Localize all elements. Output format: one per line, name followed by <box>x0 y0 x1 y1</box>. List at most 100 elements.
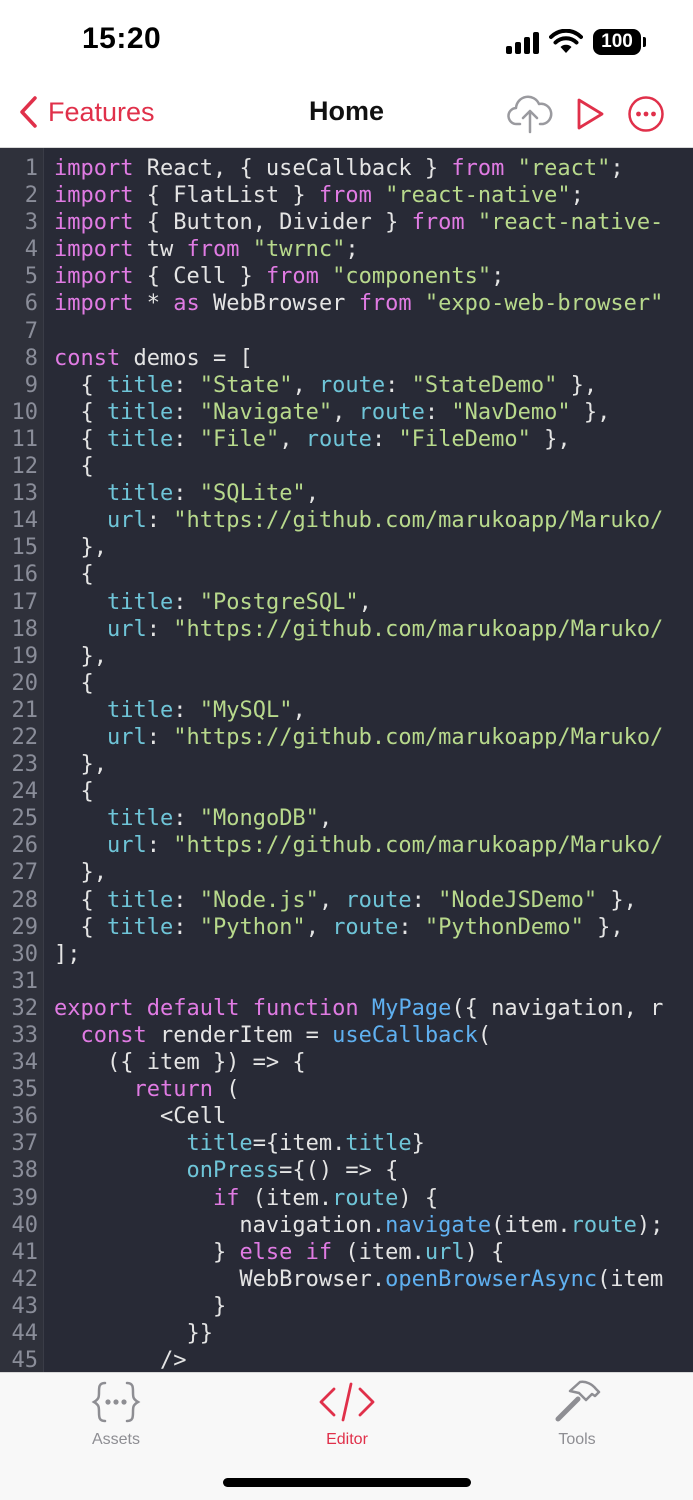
code-token: "react-native- <box>477 210 664 236</box>
code-token: { <box>54 399 107 425</box>
code-token: { FlatList } <box>133 183 319 209</box>
code-text: { title: "File", route: "FileDemo" }, <box>54 426 570 453</box>
code-token: import <box>54 291 134 317</box>
code-token: "MySQL" <box>199 697 293 723</box>
code-text: { <box>54 670 93 697</box>
code-token: title <box>106 806 174 832</box>
status-icons: 100 <box>506 26 646 58</box>
code-token: } <box>54 1293 227 1319</box>
code-line: 9 { title: "State", route: "StateDemo" }… <box>0 372 693 399</box>
code-token: }, <box>54 643 107 669</box>
code-token: : <box>173 589 200 615</box>
line-number: 18 <box>11 616 39 642</box>
code-token: title <box>106 372 174 398</box>
line-number: 15 <box>11 535 39 561</box>
nav-actions <box>507 92 665 136</box>
code-line: 21 title: "MySQL", <box>0 697 693 724</box>
code-token: ={item. <box>252 1131 346 1157</box>
code-token: }, <box>54 752 107 778</box>
code-token: , <box>279 426 306 452</box>
code-token: title <box>106 399 174 425</box>
line-number: 34 <box>11 1050 39 1076</box>
code-text: { title: "Python", route: "PythonDemo" }… <box>54 914 623 941</box>
code-token: "StateDemo" <box>411 372 558 398</box>
home-indicator <box>223 1478 471 1487</box>
line-number: 16 <box>11 562 39 588</box>
status-time: 15:20 <box>82 22 162 55</box>
code-token: "twrnc" <box>252 237 346 263</box>
line-number: 2 <box>24 183 38 209</box>
status-bar: 15:20 100 <box>0 0 693 80</box>
line-number: 42 <box>11 1266 39 1292</box>
code-token: "Node.js" <box>199 887 319 913</box>
code-token: "https://github.com/marukoapp/Maruko/ <box>173 508 664 534</box>
more-options-icon[interactable] <box>627 95 665 133</box>
code-token: "https://github.com/marukoapp/Maruko/ <box>173 616 664 642</box>
code-text: title: "MySQL", <box>54 697 306 724</box>
code-token: import <box>54 264 134 290</box>
line-number: 43 <box>11 1293 39 1319</box>
tab-editor[interactable]: Editor <box>267 1379 427 1459</box>
code-token: , <box>332 399 359 425</box>
code-text: import { Cell } from "components"; <box>54 263 504 290</box>
tab-assets[interactable]: Assets <box>36 1379 196 1459</box>
code-token: from <box>318 183 372 209</box>
code-line: 36 <Cell <box>0 1103 693 1130</box>
code-token: "https://github.com/marukoapp/Maruko/ <box>173 724 664 750</box>
code-token: { <box>54 887 107 913</box>
code-text: url: "https://github.com/marukoapp/Maruk… <box>54 616 663 643</box>
code-line: 45 /> <box>0 1347 693 1372</box>
code-line: 15 }, <box>0 534 693 561</box>
code-token: WebBrowser. <box>54 1266 386 1292</box>
code-token: ) { <box>464 1239 505 1265</box>
battery-icon: 100 <box>593 29 646 55</box>
code-token: }, <box>570 399 611 425</box>
code-line: 28 { title: "Node.js", route: "NodeJSDem… <box>0 887 693 914</box>
code-token: const <box>80 1023 147 1048</box>
code-line: 13 title: "SQLite", <box>0 480 693 507</box>
code-line: 24 { <box>0 778 693 805</box>
line-number: 38 <box>11 1158 39 1184</box>
code-token: }} <box>54 1321 213 1347</box>
code-token: "File" <box>199 426 280 452</box>
line-number: 30 <box>11 941 39 967</box>
code-token: title <box>106 914 174 940</box>
code-line: 5 import { Cell } from "components"; <box>0 263 693 290</box>
code-token: demos = [ <box>120 345 253 371</box>
code-token: as <box>173 291 200 317</box>
code-text: { title: "Node.js", route: "NodeJSDemo" … <box>54 887 637 914</box>
tab-tools[interactable]: Tools <box>497 1379 657 1459</box>
code-token: }, <box>597 887 637 913</box>
code-text: }, <box>54 534 107 561</box>
code-text: return ( <box>54 1076 239 1103</box>
code-text: url: "https://github.com/marukoapp/Maruk… <box>54 724 663 751</box>
code-token: if <box>305 1239 333 1265</box>
code-token: "State" <box>199 372 293 398</box>
code-text: url: "https://github.com/marukoapp/Maruk… <box>54 832 663 859</box>
line-number: 1 <box>24 156 38 181</box>
code-text: title: "PostgreSQL", <box>54 589 372 616</box>
code-token: from <box>358 291 412 317</box>
code-editor[interactable]: 1 import React, { useCallback } from "rea… <box>0 148 693 1372</box>
code-text: }} <box>54 1320 213 1347</box>
code-token: : <box>173 914 200 940</box>
code-line: 30]; <box>0 941 693 968</box>
play-icon[interactable] <box>573 96 607 132</box>
code-line: 12 { <box>0 453 693 480</box>
code-token: * <box>133 291 174 317</box>
code-token: "react-native" <box>385 183 571 209</box>
code-token: ) { <box>398 1185 439 1211</box>
code-token: <Cell <box>54 1104 227 1130</box>
code-token: "FileDemo" <box>398 426 531 452</box>
line-number: 45 <box>11 1348 39 1372</box>
line-number: 12 <box>11 454 39 480</box>
cloud-upload-icon[interactable] <box>507 94 553 134</box>
line-number: 36 <box>11 1104 39 1130</box>
code-token: ]; <box>54 941 81 967</box>
code-icon <box>319 1382 375 1422</box>
